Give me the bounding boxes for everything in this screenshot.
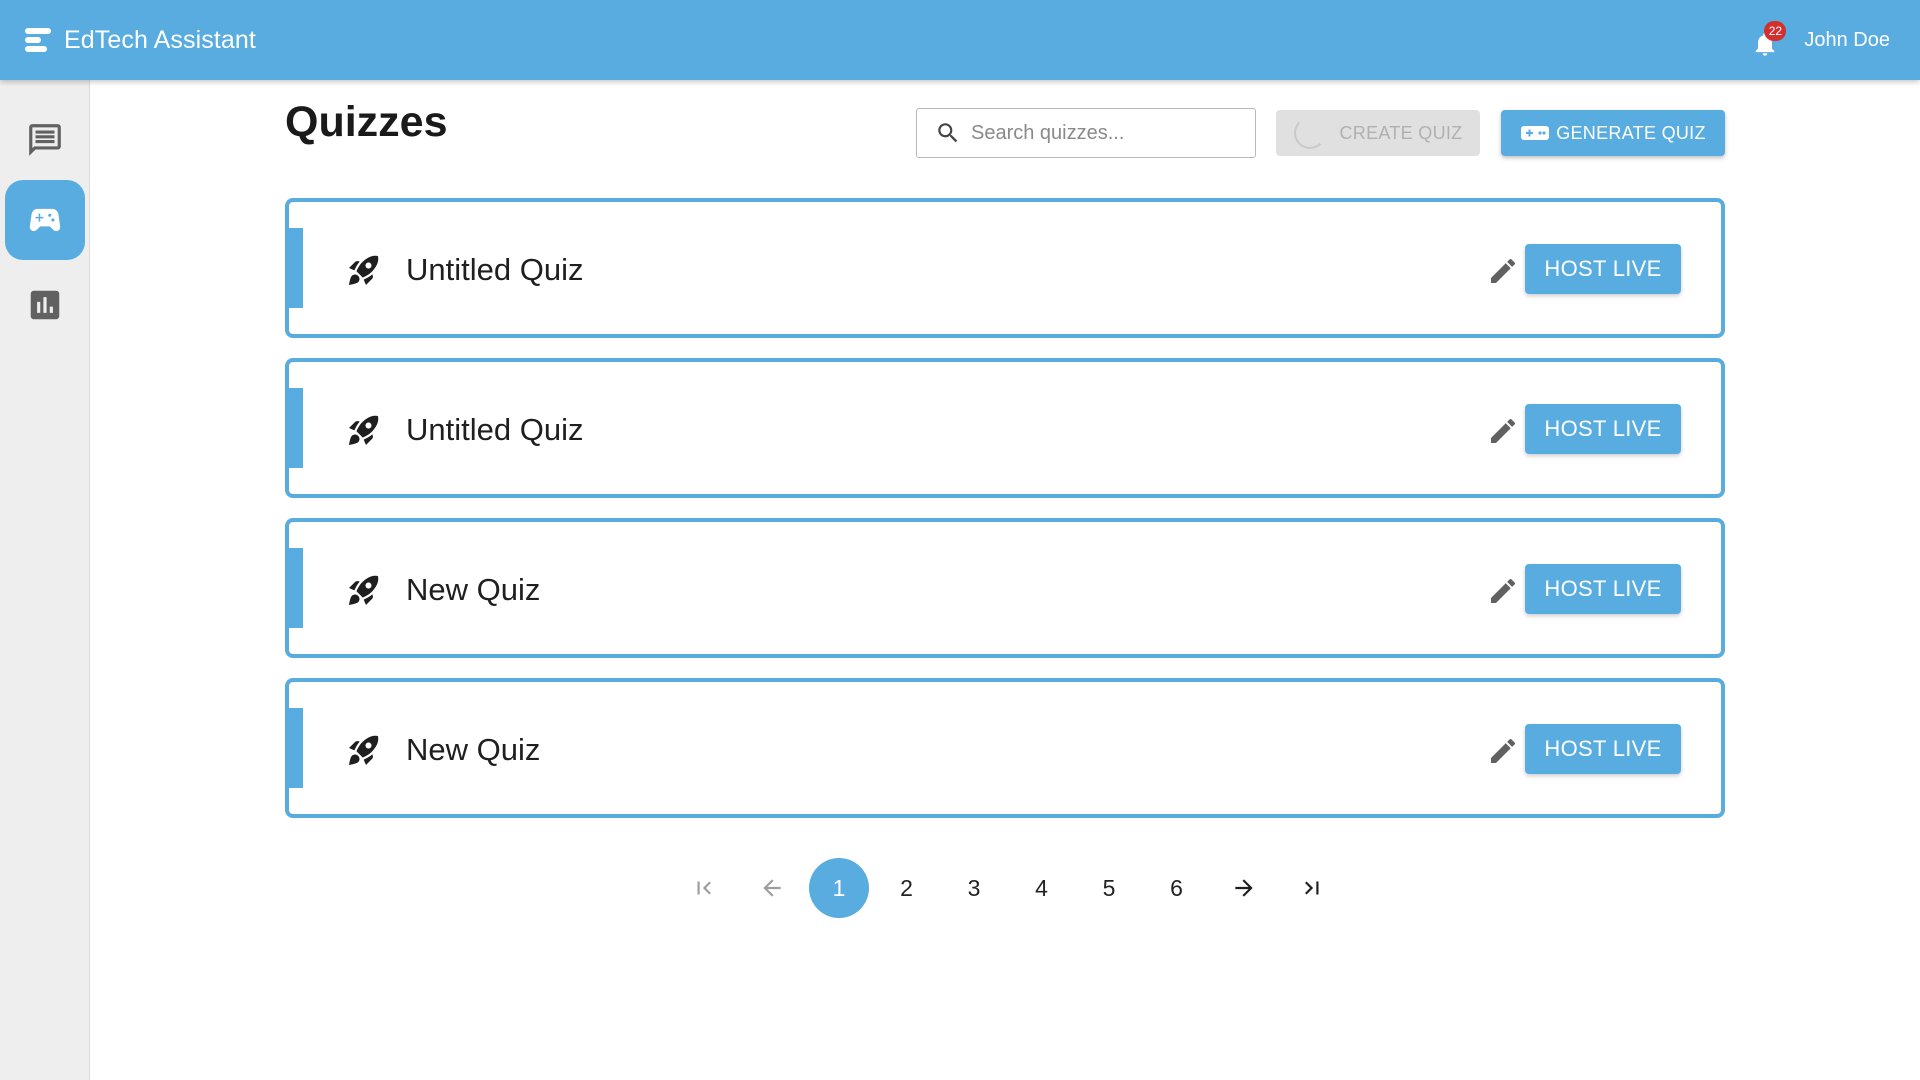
host-live-button[interactable]: HOST LIVE bbox=[1525, 724, 1681, 774]
quiz-title: Untitled Quiz bbox=[406, 412, 584, 447]
notifications-button[interactable]: 22 bbox=[1750, 21, 1787, 56]
card-accent-bar bbox=[285, 548, 303, 628]
bar-chart-icon bbox=[30, 290, 60, 320]
app-bar: EdTech Assistant 22 John Doe bbox=[0, 0, 1920, 80]
loading-spinner-icon bbox=[1293, 117, 1326, 149]
edit-icon[interactable] bbox=[1487, 575, 1519, 607]
user-name[interactable]: John Doe bbox=[1804, 29, 1890, 52]
page-button-3[interactable]: 3 bbox=[944, 858, 1004, 918]
previous-page-button[interactable] bbox=[742, 858, 802, 918]
page-button-6[interactable]: 6 bbox=[1147, 858, 1207, 918]
card-accent-bar bbox=[285, 708, 303, 788]
page-button-4[interactable]: 4 bbox=[1012, 858, 1072, 918]
sidebar-item-chat[interactable] bbox=[5, 100, 85, 180]
host-live-button[interactable]: HOST LIVE bbox=[1525, 244, 1681, 294]
page-button-5[interactable]: 5 bbox=[1079, 858, 1139, 918]
notification-badge: 22 bbox=[1764, 21, 1787, 41]
last-page-button[interactable] bbox=[1282, 858, 1342, 918]
card-accent-bar bbox=[285, 388, 303, 468]
quiz-card[interactable]: New Quiz HOST LIVE bbox=[285, 678, 1725, 818]
gamepad-icon bbox=[29, 208, 61, 232]
arrow-right-icon bbox=[1235, 879, 1253, 897]
quiz-title: New Quiz bbox=[406, 732, 541, 767]
rocket-icon bbox=[349, 575, 379, 605]
edit-icon[interactable] bbox=[1487, 255, 1519, 287]
quiz-title: New Quiz bbox=[406, 572, 541, 607]
generate-quiz-label: GENERATE QUIZ bbox=[1556, 122, 1706, 143]
search-input[interactable] bbox=[971, 121, 1241, 145]
app-title: EdTech Assistant bbox=[64, 25, 256, 54]
quiz-card[interactable]: Untitled Quiz HOST LIVE bbox=[285, 198, 1725, 338]
chat-icon bbox=[29, 124, 61, 156]
pagination: 1 2 3 4 5 6 bbox=[674, 858, 1349, 918]
brand[interactable]: EdTech Assistant bbox=[24, 25, 256, 55]
gamepad-icon bbox=[1521, 126, 1550, 140]
last-page-icon bbox=[1304, 881, 1318, 895]
quiz-title: Untitled Quiz bbox=[406, 252, 584, 287]
quiz-card[interactable]: New Quiz HOST LIVE bbox=[285, 518, 1725, 658]
page-button-2[interactable]: 2 bbox=[877, 858, 937, 918]
page-title: Quizzes bbox=[285, 98, 448, 146]
card-accent-bar bbox=[285, 228, 303, 308]
rocket-icon bbox=[349, 415, 379, 445]
sidebar-item-quizzes[interactable] bbox=[5, 180, 85, 260]
sidebar-item-analytics[interactable] bbox=[5, 265, 85, 345]
quiz-card[interactable]: Untitled Quiz HOST LIVE bbox=[285, 358, 1725, 498]
search-icon bbox=[938, 123, 958, 143]
arrow-left-icon bbox=[762, 879, 781, 897]
rocket-icon bbox=[349, 255, 379, 285]
menu-logo-icon bbox=[25, 28, 51, 52]
page-button-1[interactable]: 1 bbox=[809, 858, 869, 918]
first-page-button[interactable] bbox=[674, 858, 734, 918]
first-page-icon bbox=[697, 881, 711, 895]
create-quiz-label: CREATE QUIZ bbox=[1339, 122, 1463, 143]
rocket-icon bbox=[349, 735, 379, 765]
search-field[interactable] bbox=[916, 108, 1256, 158]
sidebar bbox=[0, 80, 90, 1080]
host-live-button[interactable]: HOST LIVE bbox=[1525, 564, 1681, 614]
create-quiz-button[interactable]: CREATE QUIZ bbox=[1276, 110, 1480, 156]
edit-icon[interactable] bbox=[1487, 415, 1519, 447]
generate-quiz-button[interactable]: GENERATE QUIZ bbox=[1501, 110, 1725, 156]
edit-icon[interactable] bbox=[1487, 735, 1519, 767]
host-live-button[interactable]: HOST LIVE bbox=[1525, 404, 1681, 454]
next-page-button[interactable] bbox=[1214, 858, 1274, 918]
